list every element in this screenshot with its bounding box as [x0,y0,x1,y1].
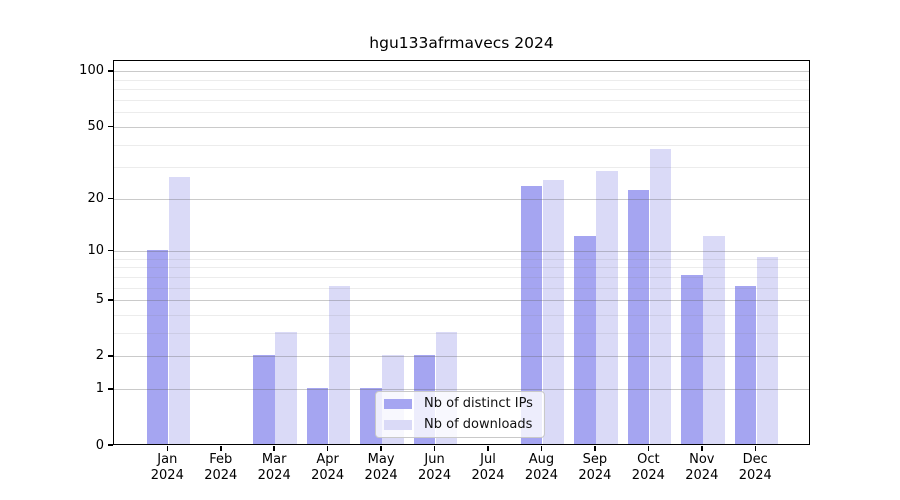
x-axis-tick-mark [273,446,275,451]
gridline-minor-70 [114,100,809,101]
gridline-major-2 [114,356,809,357]
y-axis-tick-label-50: 50 [0,119,104,134]
gridline-major-100 [114,71,809,72]
gridline-major-10 [114,251,809,252]
x-axis-tick-mark [487,446,489,451]
y-axis-tick-mark [108,70,113,72]
bar-nb-of-distinct-ips-jan-2024 [147,250,169,444]
bar-nb-of-downloads-aug-2024 [543,180,565,444]
bar-nb-of-distinct-ips-oct-2024 [628,190,650,444]
y-axis-tick-mark [108,444,113,446]
gridline-minor-3 [114,333,809,334]
x-axis-tick-mark [541,446,543,451]
x-axis-tick-mark [434,446,436,451]
gridline-minor-7 [114,277,809,278]
plot-area [113,60,810,445]
x-axis-tick-label-dec-2024: Dec2024 [715,452,795,483]
gridline-major-20 [114,199,809,200]
x-axis-tick-mark [701,446,703,451]
bar-nb-of-distinct-ips-mar-2024 [253,355,275,444]
gridline-major-5 [114,300,809,301]
y-axis-tick-label-0: 0 [0,438,104,453]
y-axis-tick-label-2: 2 [0,348,104,363]
legend-label-distinct-ips: Nb of distinct IPs [424,396,533,411]
gridline-minor-90 [114,80,809,81]
y-axis-tick-label-5: 5 [0,292,104,307]
x-axis-tick-mark [167,446,169,451]
legend-item-downloads: Nb of downloads [384,416,537,433]
x-axis-tick-mark [380,446,382,451]
x-axis-tick-mark [327,446,329,451]
gridline-minor-30 [114,167,809,168]
chart-title: hgu133afrmavecs 2024 [113,34,810,53]
gridline-minor-6 [114,288,809,289]
y-axis-tick-mark [108,388,113,390]
y-axis-tick-mark [108,299,113,301]
y-axis-tick-mark [108,126,113,128]
y-axis-tick-label-1: 1 [0,381,104,396]
y-axis-tick-mark [108,250,113,252]
bar-nb-of-downloads-mar-2024 [275,332,297,444]
bar-nb-of-distinct-ips-dec-2024 [735,286,757,444]
bar-nb-of-downloads-dec-2024 [757,257,779,444]
y-axis-tick-label-10: 10 [0,243,104,258]
gridline-minor-4 [114,315,809,316]
y-axis-tick-mark [108,355,113,357]
bar-nb-of-downloads-oct-2024 [650,149,672,444]
bar-nb-of-downloads-apr-2024 [329,286,351,444]
x-axis-tick-mark [594,446,596,451]
gridline-minor-40 [114,145,809,146]
legend-swatch-downloads [384,420,412,430]
gridline-major-50 [114,127,809,128]
x-axis-tick-mark [220,446,222,451]
gridline-minor-80 [114,89,809,90]
bar-nb-of-distinct-ips-apr-2024 [307,388,329,444]
figure: hgu133afrmavecs 2024 Nb of distinct IPs … [0,0,900,500]
y-axis-tick-label-20: 20 [0,191,104,206]
gridline-minor-9 [114,259,809,260]
legend-label-downloads: Nb of downloads [424,417,532,432]
bar-nb-of-downloads-jan-2024 [169,177,191,444]
y-axis-tick-label-100: 100 [0,63,104,78]
legend: Nb of distinct IPs Nb of downloads [375,391,545,438]
bar-nb-of-downloads-sep-2024 [596,171,618,444]
y-axis-tick-mark [108,198,113,200]
legend-swatch-distinct-ips [384,399,412,409]
gridline-minor-60 [114,112,809,113]
legend-item-distinct-ips: Nb of distinct IPs [384,395,537,412]
gridline-minor-8 [114,267,809,268]
x-axis-tick-mark [648,446,650,451]
x-axis-tick-mark [755,446,757,451]
